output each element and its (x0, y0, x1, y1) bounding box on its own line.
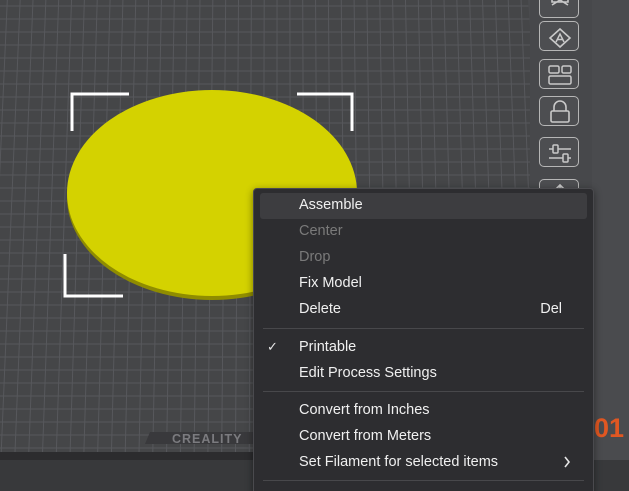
menu-item-drop: Drop (260, 245, 587, 271)
menu-item-set-filament[interactable]: Set Filament for selected items (260, 450, 587, 476)
menu-item-assemble[interactable]: Assemble (260, 193, 587, 219)
chevron-right-icon (564, 456, 571, 468)
menu-item-edit-process-settings[interactable]: Edit Process Settings (260, 361, 587, 387)
orient-icon (548, 27, 572, 49)
arrange-icon (551, 0, 569, 6)
checkmark-icon: ✓ (267, 339, 278, 354)
menu-item-label: Center (299, 223, 343, 239)
menu-item-printable[interactable]: ✓ Printable (260, 335, 587, 361)
menu-separator (263, 480, 584, 481)
layout-button[interactable] (539, 59, 579, 89)
menu-separator (263, 391, 584, 392)
menu-item-label: Convert from Inches (299, 402, 430, 418)
orient-button[interactable] (539, 21, 579, 51)
menu-item-label: Fix Model (299, 275, 362, 291)
delete-shortcut: Del (540, 301, 562, 317)
3d-viewport[interactable]: CREALITY 01 Assemble Center Drop Fix Mod… (0, 0, 629, 491)
brand-label: CREALITY (172, 432, 243, 446)
accent-label: 01 (594, 413, 625, 443)
menu-item-delete[interactable]: Delete Del (260, 297, 587, 323)
menu-separator (263, 328, 584, 329)
menu-item-convert-from-meters[interactable]: Convert from Meters (260, 424, 587, 450)
menu-item-convert-from-inches[interactable]: Convert from Inches (260, 398, 587, 424)
layout-icon (548, 65, 572, 85)
arrange-button[interactable] (539, 0, 579, 18)
sliders-icon (549, 144, 571, 163)
menu-item-label: Drop (299, 249, 331, 265)
lock-icon (550, 100, 570, 123)
menu-item-label: Delete (299, 301, 341, 317)
menu-item-label: Assemble (299, 197, 363, 213)
menu-item-center: Center (260, 219, 587, 245)
menu-item-label: Set Filament for selected items (299, 454, 499, 470)
lock-button[interactable] (539, 96, 579, 126)
menu-item-label: Edit Process Settings (299, 365, 437, 381)
context-menu: Assemble Center Drop Fix Model Delete De… (253, 188, 594, 491)
menu-item-label: Printable (299, 339, 357, 355)
menu-item-fix-model[interactable]: Fix Model (260, 271, 587, 297)
sliders-button[interactable] (539, 137, 579, 167)
menu-item-label: Convert from Meters (299, 428, 432, 444)
